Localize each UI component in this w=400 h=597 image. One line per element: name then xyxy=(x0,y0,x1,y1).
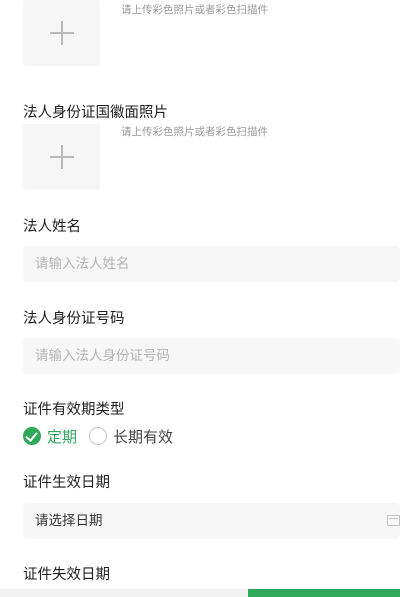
radio-fixed-term-label[interactable]: 定期 xyxy=(47,426,77,447)
plus-icon xyxy=(49,145,74,169)
id-number-label: 法人身份证号码 xyxy=(23,311,125,327)
effective-date-value: 请选择日期 xyxy=(35,513,103,529)
id-number-input[interactable]: 请输入法人身份证号码 xyxy=(23,338,400,374)
front-photo-hint: 请上传彩色照片或者彩色扫描件 xyxy=(121,4,268,16)
emblem-photo-label: 法人身份证国徽面照片 xyxy=(23,105,168,121)
effective-date-label: 证件生效日期 xyxy=(23,475,110,491)
plus-icon xyxy=(49,21,74,45)
effective-date-picker[interactable]: 请选择日期 xyxy=(23,503,400,539)
legal-name-input[interactable]: 请输入法人姓名 xyxy=(23,246,400,282)
validity-type-label: 证件有效期类型 xyxy=(23,402,125,418)
radio-long-term-label[interactable]: 长期有效 xyxy=(113,426,173,447)
primary-action-button[interactable] xyxy=(248,589,400,597)
validity-type-radio-group: 定期 长期有效 xyxy=(23,425,185,447)
expiry-date-label: 证件失效日期 xyxy=(23,567,110,583)
emblem-photo-hint: 请上传彩色照片或者彩色扫描件 xyxy=(121,126,268,138)
emblem-photo-upload-button[interactable] xyxy=(23,124,100,190)
legal-name-label: 法人姓名 xyxy=(23,219,81,235)
front-photo-upload-button[interactable] xyxy=(23,0,100,66)
radio-circle-icon[interactable] xyxy=(89,427,108,445)
check-circle-icon[interactable] xyxy=(23,427,41,445)
bottom-action-bar xyxy=(0,589,400,597)
secondary-action-button[interactable] xyxy=(0,589,248,597)
calendar-icon xyxy=(387,515,400,526)
